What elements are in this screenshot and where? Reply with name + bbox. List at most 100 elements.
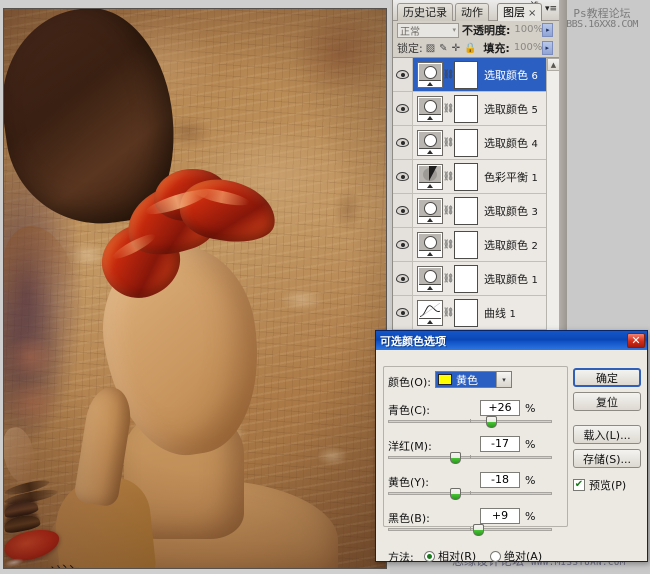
layer-thumbnail[interactable] xyxy=(417,62,443,88)
layer-name: 色彩平衡 1 xyxy=(484,169,538,185)
lock-position-icon[interactable]: ✛ xyxy=(452,43,460,54)
reset-button[interactable]: 复位 xyxy=(573,392,641,411)
photoshop-screenshot: 历史记录 动作 图层× ─ × ▾≡ 正常 ▾ 不透明度: 100% ▸ 锁定: xyxy=(0,0,650,574)
slider-label: 黄色(Y): xyxy=(388,474,429,490)
mask-link-icon[interactable]: ⛓ xyxy=(445,308,452,318)
layer-list-scrollbar[interactable]: ▲ xyxy=(546,58,559,338)
layer-mask-thumbnail[interactable] xyxy=(454,231,478,259)
vignette xyxy=(4,9,386,568)
layer-thumbnail[interactable] xyxy=(417,266,443,292)
layer-thumbnail[interactable] xyxy=(417,96,443,122)
layer-visibility-toggle[interactable] xyxy=(393,262,413,295)
layer-mask-thumbnail[interactable] xyxy=(454,95,478,123)
layer-visibility-toggle[interactable] xyxy=(393,228,413,261)
mask-link-icon[interactable]: ⛓ xyxy=(445,206,452,216)
fill-value[interactable]: 100% xyxy=(513,41,539,55)
slider-value-input[interactable]: +9 xyxy=(480,508,520,524)
layer-thumbnail[interactable] xyxy=(417,130,443,156)
scroll-up-icon[interactable]: ▲ xyxy=(547,58,559,71)
layer-row[interactable]: ⛓选取颜色 3 xyxy=(393,194,559,228)
fill-slider-arrow-icon[interactable]: ▸ xyxy=(542,41,553,55)
layer-thumbnail[interactable] xyxy=(417,232,443,258)
save-button[interactable]: 存储(S)... xyxy=(573,449,641,468)
mask-link-icon[interactable]: ⛓ xyxy=(445,274,452,284)
ok-button[interactable]: 确定 xyxy=(573,368,641,387)
tab-actions[interactable]: 动作 xyxy=(455,3,489,21)
close-icon[interactable]: ✕ xyxy=(627,333,645,348)
watermark-top-right: Ps教程论坛 BBS.16XX8.COM xyxy=(556,8,648,30)
layer-visibility-toggle[interactable] xyxy=(393,296,413,329)
layer-visibility-toggle[interactable] xyxy=(393,194,413,227)
radio-icon-relative xyxy=(424,551,435,562)
mask-link-icon[interactable]: ⛓ xyxy=(445,240,452,250)
method-absolute-radio[interactable]: 绝对(A) xyxy=(490,548,542,564)
color-select-field[interactable]: 黄色 xyxy=(436,372,496,387)
layer-row[interactable]: ⛓ 色彩平衡 1 xyxy=(393,160,559,194)
mask-link-icon[interactable]: ⛓ xyxy=(445,70,452,80)
slider-unit: % xyxy=(525,474,535,487)
mask-link-icon[interactable]: ⛓ xyxy=(445,138,452,148)
color-select[interactable]: 黄色 ▾ xyxy=(435,371,512,388)
layer-visibility-toggle[interactable] xyxy=(393,126,413,159)
layer-visibility-toggle[interactable] xyxy=(393,160,413,193)
layer-name: 选取颜色 4 xyxy=(484,135,538,151)
layer-visibility-toggle[interactable] xyxy=(393,58,413,91)
close-icon[interactable]: × xyxy=(528,8,536,19)
slider-value-input[interactable]: -18 xyxy=(480,472,520,488)
blend-mode-value: 正常 xyxy=(400,23,420,38)
tab-history-label: 历史记录 xyxy=(403,6,447,19)
layer-mask-thumbnail[interactable] xyxy=(454,129,478,157)
lock-transparency-icon[interactable]: ▨ xyxy=(426,43,435,54)
layer-thumbnail[interactable] xyxy=(417,164,443,190)
lock-paint-icon[interactable]: ✎ xyxy=(439,43,447,54)
mask-link-icon[interactable]: ⛓ xyxy=(445,172,452,182)
layer-row[interactable]: ⛓选取颜色 1 xyxy=(393,262,559,296)
slider-thumb[interactable] xyxy=(486,416,497,428)
panel-right-edge xyxy=(559,0,567,338)
lock-all-icon[interactable]: 🔒 xyxy=(464,43,476,54)
slider-unit: % xyxy=(525,438,535,451)
layer-visibility-toggle[interactable] xyxy=(393,92,413,125)
image-document-window[interactable] xyxy=(3,8,387,569)
color-swatch-icon xyxy=(438,374,452,385)
tab-history[interactable]: 历史记录 xyxy=(397,3,453,21)
layer-mask-thumbnail[interactable] xyxy=(454,61,478,89)
layer-mask-thumbnail[interactable] xyxy=(454,197,478,225)
layer-row[interactable]: ⛓选取颜色 2 xyxy=(393,228,559,262)
layer-row[interactable]: ⛓曲线 1 xyxy=(393,296,559,330)
opacity-label: 不透明度: xyxy=(462,22,510,38)
slider-unit: % xyxy=(525,510,535,523)
blend-mode-select[interactable]: 正常 ▾ xyxy=(397,23,459,38)
layer-mask-thumbnail[interactable] xyxy=(454,299,478,327)
layer-mask-thumbnail[interactable] xyxy=(454,163,478,191)
opacity-slider-arrow-icon[interactable]: ▸ xyxy=(542,23,553,37)
tab-layers[interactable]: 图层× xyxy=(497,3,542,21)
slider-thumb[interactable] xyxy=(450,488,461,500)
fill-label: 填充: xyxy=(483,40,509,56)
method-relative-radio[interactable]: 相对(R) xyxy=(424,548,476,564)
layer-thumbnail[interactable] xyxy=(417,198,443,224)
layer-row[interactable]: ⛓ 选取颜色 5 xyxy=(393,92,559,126)
slider-value-input[interactable]: -17 xyxy=(480,436,520,452)
preview-checkbox[interactable]: ✔ 预览(P) xyxy=(573,477,626,493)
layer-list[interactable]: ⛓选取颜色 6⛓选取颜色 5⛓选取颜色 4⛓色彩平衡 1⛓选取颜色 3⛓选取颜色… xyxy=(393,57,559,338)
layer-mask-thumbnail[interactable] xyxy=(454,265,478,293)
panel-menu-icon[interactable]: ▾≡ xyxy=(543,5,557,18)
layer-row[interactable]: ⛓选取颜色 6 xyxy=(393,58,559,92)
mask-link-icon[interactable]: ⛓ xyxy=(445,104,452,114)
slider-thumb[interactable] xyxy=(473,524,484,536)
eye-icon xyxy=(396,308,409,317)
eye-icon xyxy=(396,240,409,249)
slider-value-input[interactable]: +26 xyxy=(480,400,520,416)
color-label: 颜色(O): xyxy=(388,374,431,390)
slider-thumb[interactable] xyxy=(450,452,461,464)
dialog-title-bar[interactable]: 可选颜色选项 ✕ xyxy=(376,331,647,350)
chevron-down-icon[interactable]: ▾ xyxy=(496,372,511,387)
slider-center-tick xyxy=(470,455,471,459)
layer-thumbnail[interactable] xyxy=(417,300,443,326)
layer-name: 选取颜色 5 xyxy=(484,101,538,117)
layer-row[interactable]: ⛓ 选取颜色 4 xyxy=(393,126,559,160)
load-button[interactable]: 载入(L)... xyxy=(573,425,641,444)
opacity-value[interactable]: 100% xyxy=(513,23,539,37)
selective-color-dialog[interactable]: 可选颜色选项 ✕ 颜色(O): 黄色 ▾ 青色(C):+26%洋红(M):-17… xyxy=(375,330,648,562)
